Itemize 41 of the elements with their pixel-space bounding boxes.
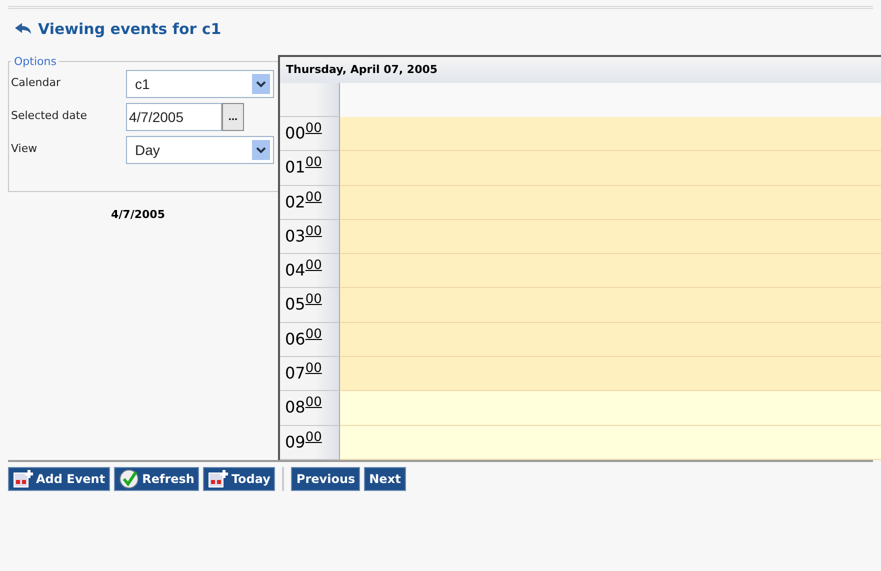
field-label: Calendar xyxy=(11,75,62,89)
hour-label: 09$^{00}$ xyxy=(280,426,340,460)
hour-label: 01$^{00}$ xyxy=(280,151,340,186)
time-slot[interactable] xyxy=(340,220,881,254)
options-legend: Options xyxy=(11,55,60,68)
hour-label: 02$^{00}$ xyxy=(280,186,340,220)
toolbar-button[interactable]: Previous xyxy=(291,467,360,491)
gutter-cell xyxy=(280,82,340,117)
time-slot[interactable] xyxy=(340,322,881,358)
time-slot[interactable] xyxy=(340,391,881,426)
page-title: Viewing events for c1 xyxy=(38,20,222,38)
hour-label: 08$^{00}$ xyxy=(280,391,340,426)
date-field[interactable]: 4/7/2005 xyxy=(126,103,222,131)
hour-label: 04$^{00}$ xyxy=(280,254,340,288)
time-slot[interactable] xyxy=(340,357,881,392)
time-slot[interactable] xyxy=(340,254,881,288)
time-slot[interactable] xyxy=(340,426,881,460)
dropdown[interactable]: Day xyxy=(126,136,274,164)
hour-label: 05$^{00}$ xyxy=(280,288,340,323)
toolbar-button[interactable]: Refresh xyxy=(114,467,200,491)
hour-label: 03$^{00}$ xyxy=(280,220,340,254)
selected-date-text: 4/7/2005 xyxy=(110,208,166,221)
time-slot[interactable] xyxy=(340,288,881,323)
dropdown[interactable]: c1 xyxy=(126,70,274,98)
check-icon xyxy=(119,469,140,489)
time-slot[interactable] xyxy=(340,186,881,220)
toolbar-button[interactable]: Today xyxy=(203,467,276,491)
toolbar-button[interactable]: Add Event xyxy=(8,467,110,491)
day-header: Thursday, April 07, 2005 xyxy=(280,57,881,83)
hour-label: 00$^{00}$ xyxy=(280,116,340,152)
calendar-add-icon xyxy=(208,470,228,488)
date-picker-button[interactable]: ... xyxy=(222,103,244,131)
field-label: Selected date xyxy=(11,108,88,122)
hour-label: 06$^{00}$ xyxy=(280,322,340,358)
hour-label: 07$^{00}$ xyxy=(280,357,340,392)
time-slot[interactable] xyxy=(340,151,881,186)
back-arrow-icon[interactable] xyxy=(14,22,32,36)
calendar-add-icon xyxy=(13,470,33,488)
toolbar-button[interactable]: Next xyxy=(364,467,406,491)
field-label: View xyxy=(11,141,38,155)
time-slot[interactable] xyxy=(340,116,881,152)
